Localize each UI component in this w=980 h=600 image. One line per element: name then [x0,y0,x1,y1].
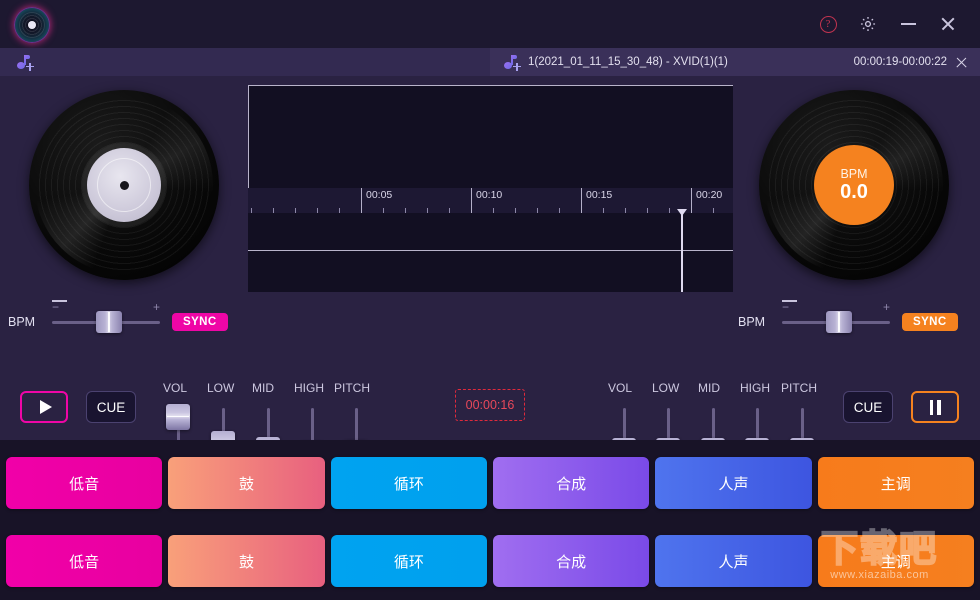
window-controls: ? [808,0,968,48]
pad-row-2: 低音鼓循环 合成 人声 主调 [6,535,974,587]
ruler-time-label: 00:20 [696,189,723,201]
music-note-plus-icon [504,54,521,71]
timeline-ruler[interactable]: 00:05 00:10 00:15 00:20 [248,188,733,213]
right-eq-label-high: HIGH [740,381,770,395]
left-eq-label-pitch: PITCH [334,381,370,395]
right-cue-button[interactable]: CUE [843,391,893,423]
pad-section: 低音鼓循环合成人声主调 低音鼓循环合成人声主调 下载吧 www.xiazaiba… [0,440,980,600]
playhead[interactable] [676,209,687,292]
deck-area: BPM 0.0 BPM − + SYNC BPM − + SYNC 00:05 … [0,76,980,600]
close-button[interactable] [928,4,968,44]
ruler-major-tick [581,188,582,213]
play-icon [39,400,52,414]
left-turntable[interactable] [29,90,219,280]
left-vinyl-label [87,148,161,222]
pad-button[interactable]: 人声 [655,457,812,509]
left-eq-label-low: LOW [207,381,235,395]
waveform-centerline [248,250,733,251]
ruler-time-label: 00:10 [476,189,503,201]
pause-button[interactable] [911,391,959,423]
track-title: 1(2021_01_11_15_30_48) - XVID(1)(1) [528,56,728,68]
slider-handle[interactable] [166,403,190,430]
ruler-time-label: 00:05 [366,189,393,201]
pad-button[interactable]: 合成 [492,535,650,587]
close-icon [940,16,956,32]
add-track-slot-left[interactable] [0,48,490,76]
loaded-track-tab[interactable]: 1(2021_01_11_15_30_48) - XVID(1)(1) 00:0… [490,48,980,76]
minimize-button[interactable] [888,4,928,44]
pad-button[interactable]: 低音 [6,457,163,509]
app-logo-icon [14,7,50,43]
right-eq-label-mid: MID [698,381,720,395]
minimize-icon [900,23,916,25]
right-eq-label-low: LOW [652,381,680,395]
track-tab-bar: 1(2021_01_11_15_30_48) - XVID(1)(1) 00:0… [0,48,980,76]
track-time-range: 00:00:19-00:00:22 [853,56,947,68]
pad-button[interactable]: 主调 [817,535,974,587]
pad-button[interactable]: 低音 [6,535,163,587]
title-bar: ? [0,0,980,48]
play-button[interactable] [20,391,68,423]
waveform-lower[interactable] [248,213,733,292]
ruler-major-tick [361,188,362,213]
settings-button[interactable] [848,4,888,44]
pause-icon [929,399,941,415]
left-eq-label-mid: MID [252,381,274,395]
music-note-plus-icon [17,54,34,71]
bpm-value: 0.0 [840,180,868,203]
pad-button[interactable]: 鼓 [168,535,325,587]
right-eq-label-vol: VOL [608,381,633,395]
left-eq-label-high: HIGH [294,381,324,395]
mixer-section: VOL LOW MID HIGH PITCH VOL LOW MID HIGH PITCH CU… [0,298,980,600]
pad-button[interactable]: 循环 [330,457,487,509]
waveform-upper[interactable] [248,85,733,188]
ruler-time-label: 00:15 [586,189,613,201]
help-button[interactable]: ? [808,4,848,44]
left-cue-button[interactable]: CUE [86,391,136,423]
gear-icon [859,15,877,33]
bpm-caption: BPM [840,166,868,181]
ruler-major-tick [471,188,472,213]
right-bpm-display: BPM 0.0 [814,145,894,225]
help-icon: ? [819,15,837,33]
time-indicator: 00:00:16 [455,389,525,421]
left-eq-label-vol: VOL [163,381,188,395]
pad-row-1: 低音鼓循环 合成 人声 主调 [6,457,974,509]
pad-button[interactable]: 人声 [655,535,812,587]
right-turntable[interactable]: BPM 0.0 [759,90,949,280]
pad-button[interactable]: 主调 [817,457,974,509]
right-eq-label-pitch: PITCH [781,381,817,395]
pad-button[interactable]: 循环 [330,535,487,587]
pad-button[interactable]: 合成 [492,457,650,509]
playhead-marker-icon [676,209,687,216]
close-tab-icon[interactable] [955,56,968,69]
dj-application-window: ? 1(2021_01_11_15_30_48) - XVID(1)(1) 00… [0,0,980,600]
pad-button[interactable]: 鼓 [168,457,325,509]
waveform-panel[interactable]: 00:05 00:10 00:15 00:20 [248,85,733,292]
ruler-major-tick [691,188,692,213]
